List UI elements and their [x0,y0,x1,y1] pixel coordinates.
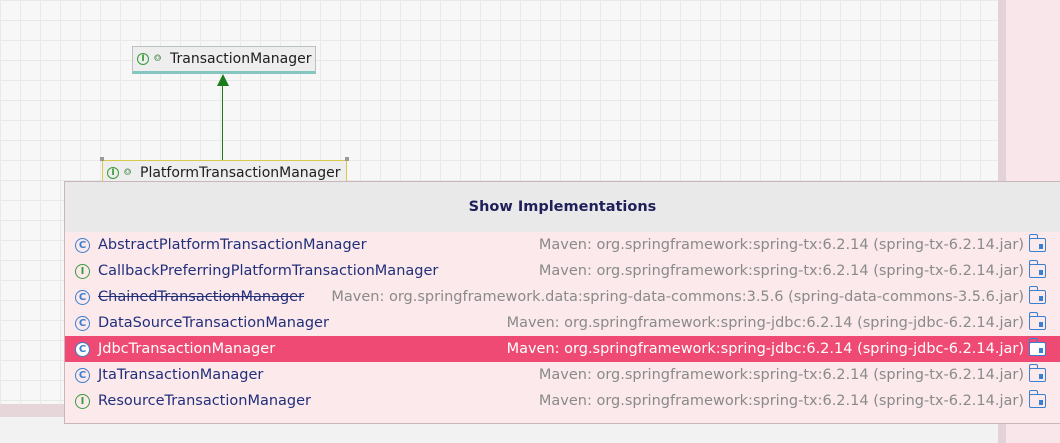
implementation-row[interactable]: I ResourceTransactionManager Maven: org.sp… [65,388,1060,414]
library-folder-icon [1028,286,1046,304]
implementation-row[interactable]: C DataSourceTransactionManager Maven: org.… [65,310,1060,336]
interface-icon: I [137,53,149,65]
node-label: TransactionManager [170,51,312,67]
library-folder-icon [1028,364,1046,382]
interface-icon: I [107,167,119,179]
class-icon: C [75,341,90,357]
implementation-row[interactable]: C JdbcTransactionManager Maven: org.spring… [65,336,1060,362]
implementation-row[interactable]: I CallbackPreferringPlatformTransactionMa… [65,258,1060,284]
library-folder-icon [1028,260,1046,278]
implementation-location: Maven: org.springframework:spring-tx:6.2… [538,367,1024,383]
uml-node-transaction-manager[interactable]: I ⭗ TransactionManager [132,46,316,74]
class-icon: C [75,289,90,305]
implementations-list: C AbstractPlatformTransactionManager Maven… [65,232,1060,414]
inheritance-arrow-line [222,85,223,161]
implementation-row[interactable]: C ChainedTransactionManager Maven: org.spr… [65,284,1060,310]
class-icon: C [75,367,90,383]
implementation-row[interactable]: C JtaTransactionManager Maven: org.springf… [65,362,1060,388]
implementation-name: JdbcTransactionManager [98,341,276,357]
class-icon: C [75,237,90,253]
implementation-name: DataSourceTransactionManager [98,315,329,331]
implementation-name: JtaTransactionManager [98,367,264,383]
implementation-name: ChainedTransactionManager [98,289,305,305]
inheritance-arrow-head [217,74,229,86]
implementation-name: ResourceTransactionManager [98,393,312,409]
library-folder-icon [1028,234,1046,252]
public-access-icon: ⭗ [124,168,132,178]
library-folder-icon [1028,312,1046,330]
implementation-location: Maven: org.springframework:spring-tx:6.2… [538,237,1024,253]
implementation-location: Maven: org.springframework:spring-tx:6.2… [538,393,1024,409]
implementation-location: Maven: org.springframework:spring-jdbc:6… [506,315,1024,331]
library-folder-icon [1028,338,1046,356]
implementation-name: CallbackPreferringPlatformTransactionMan… [98,263,439,279]
selection-handle[interactable] [100,157,104,161]
selection-handle[interactable] [345,157,349,161]
implementation-location: Maven: org.springframework.data:spring-d… [331,289,1024,305]
interface-icon: I [75,263,90,279]
implementation-location: Maven: org.springframework:spring-jdbc:6… [506,341,1024,357]
implementation-row[interactable]: C AbstractPlatformTransactionManager Maven… [65,232,1060,258]
show-implementations-popup: Show Implementations C AbstractPlatformTr… [64,181,1060,424]
interface-icon: I [75,393,90,409]
class-icon: C [75,315,90,331]
implementation-location: Maven: org.springframework:spring-tx:6.2… [538,263,1024,279]
library-folder-icon [1028,390,1046,408]
implementation-name: AbstractPlatformTransactionManager [98,237,367,253]
popup-title: Show Implementations [65,182,1060,232]
node-label: PlatformTransactionManager [140,165,341,181]
public-access-icon: ⭗ [154,54,162,64]
